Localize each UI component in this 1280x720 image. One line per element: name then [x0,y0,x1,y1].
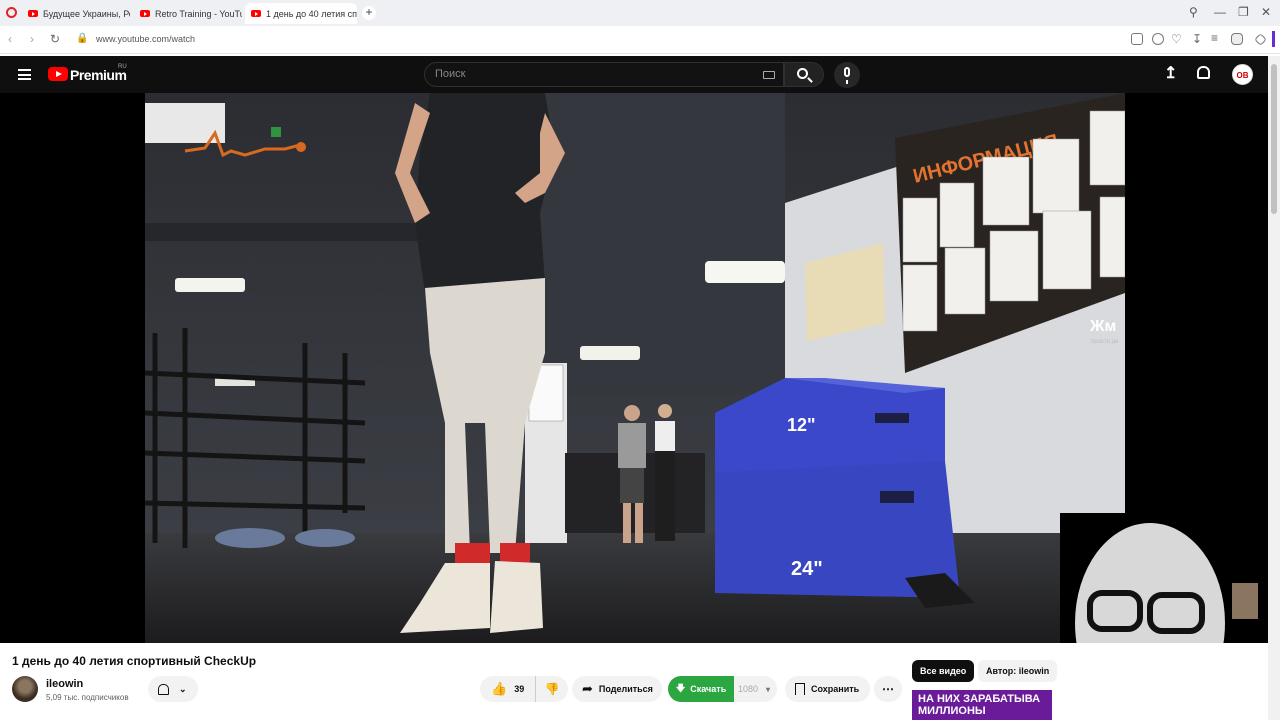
video-player[interactable]: ИНФОРМАЦИЯ Жм просто де [0,93,1268,643]
channel-avatar[interactable] [12,676,38,702]
search-input[interactable] [435,68,735,80]
box-bottom-label: 24" [791,558,823,580]
youtube-logo-icon[interactable] [48,67,68,81]
upload-icon[interactable]: ↥ [1164,66,1177,82]
browser-tab-1[interactable]: Будущее Украины, Росси [22,3,130,24]
reload-icon[interactable]: ↻ [50,32,60,46]
chip-all-videos[interactable]: Все видео [912,660,975,682]
region-label: RU [118,64,127,70]
search-box [424,62,784,87]
download-group: 🡇 Скачать 1080 ▾ [668,676,777,702]
download-label: Скачать [690,684,727,694]
like-count: 39 [514,684,525,694]
browser-tab-bar: Будущее Украины, Росси Retro Training - … [0,0,1280,26]
tab-title: Retro Training - YouTube [155,8,242,19]
like-dislike-group: 👍 39 👎 [480,676,568,702]
more-actions-button[interactable]: ⋯ [874,676,902,702]
like-button[interactable]: 👍 39 [480,676,536,702]
browser-search-icon[interactable]: ⚲ [1189,5,1198,19]
gym-video-scene: ИНФОРМАЦИЯ Жм просто де [145,93,1125,643]
share-button[interactable]: ➦ Поделиться [572,676,662,702]
youtube-favicon-icon [251,10,261,17]
quality-select[interactable]: 1080 [734,684,758,694]
forward-icon[interactable]: › [30,32,34,46]
thumbs-up-icon: 👍 [491,681,508,696]
save-button[interactable]: Сохранить [785,676,870,702]
back-icon[interactable]: ‹ [8,32,12,46]
new-tab-button[interactable]: + [362,6,376,20]
tab-title: 1 день до 40 летия спорт [266,8,357,19]
opera-logo-icon[interactable] [6,7,17,18]
browser-tab-active[interactable]: 1 день до 40 летия спорт [245,3,357,24]
sidebar-accent [1272,31,1275,47]
account-avatar[interactable]: OB [1232,64,1253,85]
heart-icon[interactable]: ♡ [1171,32,1182,46]
hamburger-menu-icon[interactable] [18,69,31,80]
profile-icon[interactable] [1231,33,1243,45]
maximize-icon[interactable]: ❐ [1238,5,1249,19]
scrollbar-thumb[interactable] [1271,64,1277,214]
save-label: Сохранить [811,684,860,694]
promo-thumbnail[interactable]: НА НИХ ЗАРАБАТЫВА МИЛЛИОНЫ [912,690,1052,720]
video-frame[interactable]: ИНФОРМАЦИЯ Жм просто де [145,93,1125,643]
plyo-boxes: 12" 24" [715,378,960,598]
minimize-icon[interactable]: — [1214,5,1226,19]
promo-text: НА НИХ ЗАРАБАТЫВА МИЛЛИОНЫ [918,693,1041,717]
bookmark-icon [795,683,805,695]
microphone-icon [844,67,850,84]
subscriber-count: 5,09 тыс. подписчиков [46,693,129,702]
lock-icon: 🔒 [76,33,89,44]
light-fixture [175,278,245,292]
download-button[interactable]: 🡇 Скачать [668,676,734,702]
close-icon[interactable]: ✕ [1261,5,1271,19]
dislike-button[interactable]: 👎 [536,676,568,702]
search-icon [797,68,808,79]
menu-list-icon[interactable]: ≡ [1211,31,1218,45]
subscribe-notifications-button[interactable]: ⌄ [148,676,198,702]
youtube-masthead: Premium RU ↥ OB [0,56,1268,93]
chip-author[interactable]: Автор: ileowin [978,660,1058,682]
share-label: Поделиться [598,684,653,694]
thumbs-down-icon: 👎 [544,682,560,696]
camera-icon[interactable] [1131,33,1143,45]
bell-icon [158,683,169,695]
brand-sign-text: Жм [1089,318,1116,335]
streamer-overlay [1060,513,1268,643]
light-fixture [580,346,640,360]
youtube-favicon-icon [28,10,38,17]
channel-name[interactable]: ileowin [46,678,83,690]
url-field[interactable]: www.youtube.com/watch [96,34,195,44]
voice-search-button[interactable] [834,62,860,88]
download-arrow-icon: 🡇 [676,683,686,693]
notifications-bell-icon[interactable] [1197,66,1210,79]
brand-tagline-text: просто де [1091,339,1119,345]
light-fixture [705,261,785,283]
video-title: 1 день до 40 летия спортивный CheckUp [12,654,257,668]
youtube-favicon-icon [140,10,150,17]
chevron-down-icon: ⌄ [179,683,187,694]
chevron-down-icon[interactable]: ▾ [758,685,770,694]
tab-title: Будущее Украины, Росси [43,8,130,19]
address-bar: ‹ › ↻ 🔒 www.youtube.com/watch ♡ ↧ ≡ [0,26,1280,54]
extensions-icon[interactable] [1254,33,1267,46]
download-icon[interactable]: ↧ [1192,32,1202,46]
keyboard-icon[interactable] [763,71,775,79]
share-arrow-icon: ➦ [582,681,593,696]
browser-tab-2[interactable]: Retro Training - YouTube [134,3,242,24]
more-horizontal-icon: ⋯ [882,682,894,696]
shield-icon[interactable] [1152,33,1164,45]
box-top-label: 12" [787,415,816,435]
search-button[interactable] [784,62,824,87]
